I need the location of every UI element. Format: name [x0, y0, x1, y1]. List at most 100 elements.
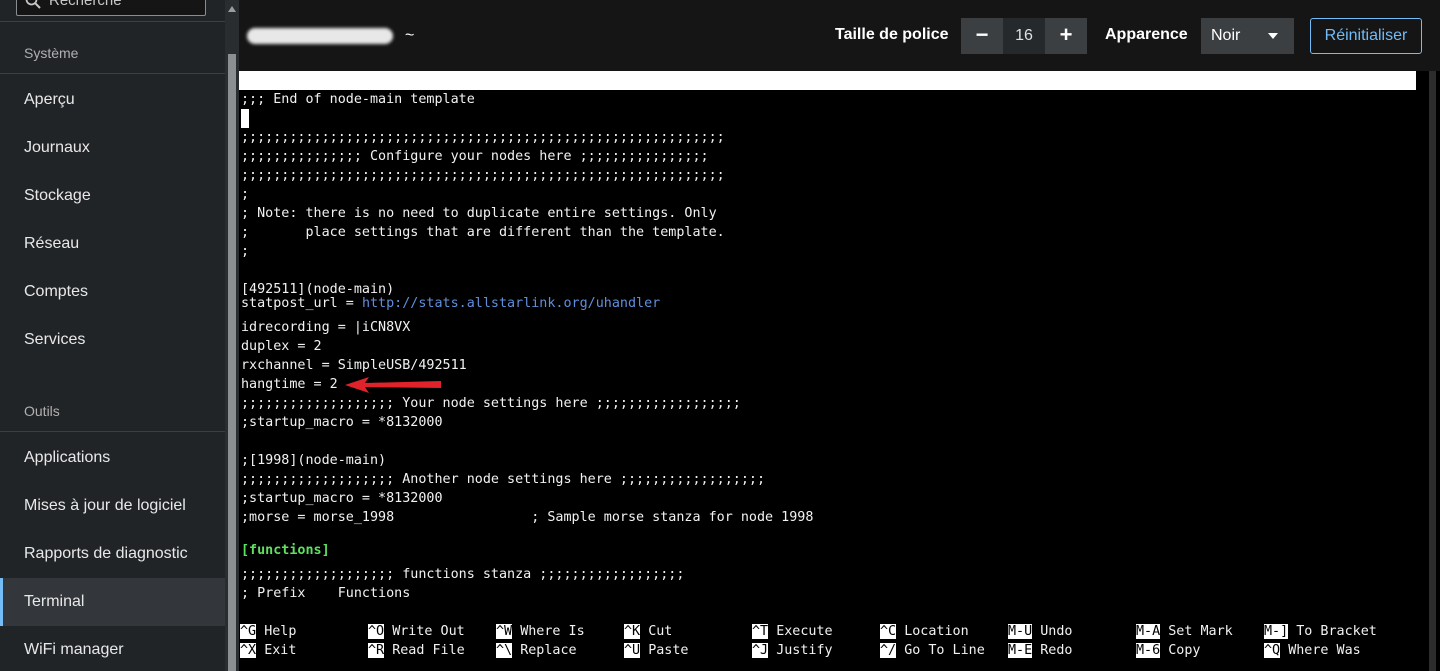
search-icon — [25, 0, 41, 9]
terminal-line: ; place settings that are different than… — [241, 225, 725, 240]
text-cursor — [241, 109, 249, 128]
appearance-value: Noir — [1211, 27, 1241, 44]
terminal-line: ;;;;;;;;;;;;;;;;;;;;;;;;;;;;;;;;;;;;;;;;… — [241, 130, 725, 145]
nano-shortcut: M-E Redo — [1008, 641, 1073, 660]
nano-shortcut: ^J Justify — [752, 641, 833, 660]
shortcut-label: Copy — [1168, 643, 1201, 658]
sidebar-item-terminal[interactable]: Terminal — [0, 578, 225, 626]
sidebar-item-mises-a-jour[interactable]: Mises à jour de logiciel — [0, 482, 225, 530]
shortcut-label: To Bracket — [1296, 624, 1377, 639]
nano-shortcut: ^Q Where Was — [1264, 641, 1361, 660]
font-size-stepper: − 16 + — [961, 18, 1087, 54]
nano-shortcut: M-6 Copy — [1136, 641, 1201, 660]
shortcut-key: ^R — [368, 643, 385, 658]
terminal-line: rxchannel = SimpleUSB/492511 — [241, 358, 467, 373]
terminal-scrollbar[interactable] — [1423, 71, 1440, 671]
nano-shortcut: ^X Exit — [240, 641, 296, 660]
sidebar-item-journaux[interactable]: Journaux — [0, 124, 225, 172]
terminal-line: ;;;;;;;;;;;;;;;;;;;;;;;;;;;;;;;;;;;;;;;;… — [241, 168, 725, 183]
appearance-select[interactable]: Noir — [1201, 18, 1294, 54]
decrease-font-button[interactable]: − — [961, 18, 1003, 54]
increase-font-button[interactable]: + — [1045, 18, 1087, 54]
scrollbar-thumb[interactable] — [1429, 71, 1436, 671]
sidebar-item-reseau[interactable]: Réseau — [0, 220, 225, 268]
shortcut-label: Justify — [776, 643, 833, 658]
sidebar-item-apercu[interactable]: Aperçu — [0, 76, 225, 124]
shortcut-label: Location — [904, 624, 969, 639]
shortcut-label: Write Out — [392, 624, 465, 639]
nano-shortcut: ^K Cut — [624, 622, 672, 641]
terminal-line: ; — [241, 244, 250, 259]
shortcut-label: Replace — [520, 643, 577, 658]
terminal-line — [241, 109, 249, 128]
reset-button[interactable]: Réinitialiser — [1310, 18, 1422, 54]
sidebar-item-rapports[interactable]: Rapports de diagnostic — [0, 530, 225, 578]
shortcut-key: ^O — [368, 624, 385, 639]
terminal-toolbar: ~ Taille de police − 16 + Apparence Noir… — [239, 0, 1440, 71]
appearance-label: Apparence — [1105, 26, 1188, 43]
sidebar-item-comptes[interactable]: Comptes — [0, 268, 225, 316]
shortcut-label: Set Mark — [1168, 624, 1233, 639]
shortcut-key: ^J — [752, 643, 769, 658]
terminal-line: ; Prefix Functions — [241, 586, 411, 601]
sidebar-item-applications[interactable]: Applications — [0, 434, 225, 482]
sidebar-scrollbar[interactable] — [225, 0, 239, 671]
sidebar-item-wifi-manager[interactable]: WiFi manager — [0, 626, 225, 671]
terminal-line: ;;;;;;;;;;;;;;;;;;; Another node setting… — [241, 472, 766, 487]
terminal-line: ; — [241, 187, 250, 202]
sidebar-item-stockage[interactable]: Stockage — [0, 172, 225, 220]
nano-shortcut: ^/ Go To Line — [880, 641, 985, 660]
shortcut-key: M-6 — [1136, 643, 1161, 658]
nano-shortcut: M-U Undo — [1008, 622, 1073, 641]
divider — [0, 431, 225, 432]
shortcut-key: ^W — [496, 624, 513, 639]
shortcut-label: Undo — [1040, 624, 1073, 639]
font-size-label: Taille de police — [835, 26, 949, 43]
shortcut-label: Cut — [648, 624, 673, 639]
scroll-up-icon[interactable] — [228, 6, 236, 12]
search-placeholder: Recherche — [49, 0, 122, 9]
shortcut-key: M-A — [1136, 624, 1161, 639]
terminal-line: duplex = 2 — [241, 339, 322, 354]
shortcut-key: ^/ — [880, 643, 897, 658]
shortcut-label: Paste — [648, 643, 689, 658]
shortcut-label: Help — [264, 624, 297, 639]
shortcut-key: M-U — [1008, 624, 1033, 639]
scrollbar-thumb[interactable] — [228, 54, 236, 671]
divider — [0, 73, 225, 74]
terminal-line: ;startup_macro = *8132000 — [241, 491, 443, 506]
shortcut-key: ^X — [240, 643, 257, 658]
terminal-line: hangtime = 2 — [241, 377, 338, 392]
font-size-value[interactable]: 16 — [1003, 18, 1045, 54]
terminal-line: ;;;;;;;;;;;;;;;;;;; functions stanza ;;;… — [241, 567, 685, 582]
terminal-line: idrecording = |iCN8VX — [241, 320, 411, 335]
terminal-line: ;startup_macro = *8132000 — [241, 415, 443, 430]
shortcut-label: Go To Line — [904, 643, 985, 658]
shortcut-label: Where Is — [520, 624, 585, 639]
section-title-system: Système — [24, 45, 79, 61]
section-title-tools: Outils — [24, 403, 60, 419]
shortcut-key: ^K — [624, 624, 641, 639]
terminal-line: ;morse = morse_1998 ; Sample morse stanz… — [241, 510, 814, 525]
terminal-screen[interactable]: GNU nano 7.2 /etc/asterisk/rpt.conf ;; ; … — [239, 71, 1423, 671]
nano-shortcut: M-A Set Mark — [1136, 622, 1233, 641]
shortcut-key: M-] — [1264, 624, 1289, 639]
nano-shortcut: ^W Where Is — [496, 622, 585, 641]
nano-shortcut: ^C Location — [880, 622, 969, 641]
shortcut-key: M-E — [1008, 643, 1033, 658]
nano-title-bar: GNU nano 7.2 /etc/asterisk/rpt.conf — [239, 71, 1416, 126]
search-input[interactable]: Recherche — [16, 0, 206, 16]
nano-shortcut: ^T Execute — [752, 622, 833, 641]
shortcut-label: Redo — [1040, 643, 1073, 658]
nano-shortcut: ^O Write Out — [368, 622, 465, 641]
divider — [0, 21, 225, 22]
statpost-line: statpost_url = http://stats.allstarlink.… — [241, 294, 660, 313]
chevron-down-icon — [1268, 33, 1278, 39]
nano-shortcut: ^U Paste — [624, 641, 689, 660]
shortcut-key: ^T — [752, 624, 769, 639]
sidebar-item-services[interactable]: Services — [0, 316, 225, 364]
nano-shortcut: ^G Help — [240, 622, 296, 641]
host-name — [247, 22, 399, 50]
nano-shortcut: ^\ Replace — [496, 641, 577, 660]
host-directory: ~ — [405, 27, 415, 44]
